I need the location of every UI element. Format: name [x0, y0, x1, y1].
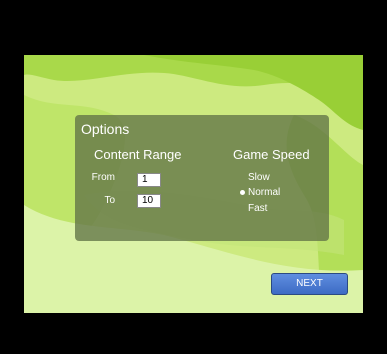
game-speed-heading: Game Speed: [233, 147, 310, 162]
speed-option-slow[interactable]: Slow: [248, 172, 270, 183]
from-label: From: [91, 172, 115, 183]
selected-radio-icon: [240, 190, 245, 195]
speed-option-fast[interactable]: Fast: [248, 203, 267, 214]
options-title: Options: [81, 121, 130, 137]
options-panel: Options Content Range From 1 To 10 Game …: [75, 115, 329, 241]
next-button[interactable]: NEXT: [271, 273, 348, 295]
speed-option-normal[interactable]: Normal: [248, 187, 280, 198]
content-range-heading: Content Range: [94, 147, 182, 162]
game-stage: Options Content Range From 1 To 10 Game …: [24, 55, 363, 313]
to-label: To: [104, 195, 115, 206]
to-input[interactable]: 10: [137, 194, 161, 208]
from-input[interactable]: 1: [137, 173, 161, 187]
